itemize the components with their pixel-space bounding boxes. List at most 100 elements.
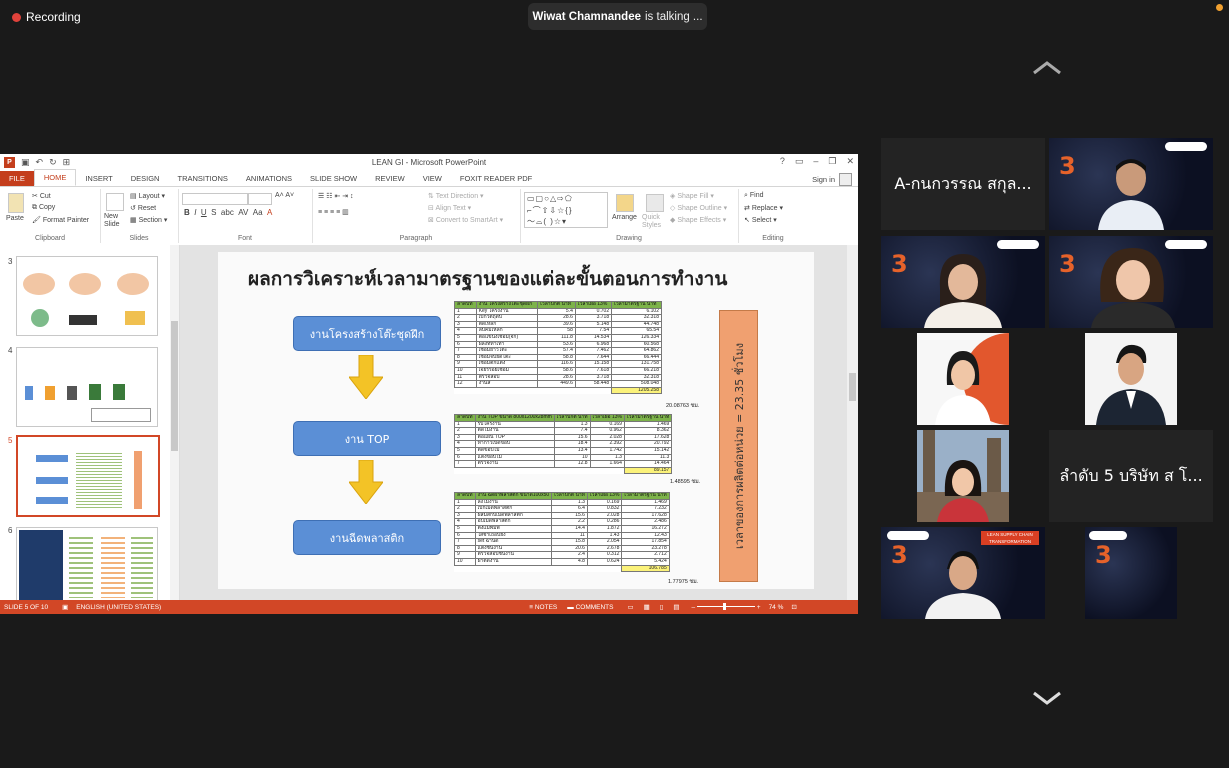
flow-step-top: งาน TOP (293, 421, 441, 456)
shapes-gallery[interactable]: ▭▢○△⇨⬠ ⌐⌒⇧⇩☆{} 〜⌓( )☆▾ (524, 192, 608, 228)
sign-in[interactable]: Sign in (812, 173, 852, 186)
shape-fill-button[interactable]: ◈ Shape Fill ▾ (670, 192, 714, 200)
table-row: 9 ตรวจสอบชิ้นงาน 2.4 0.312 2.712 (454, 551, 670, 559)
participant-video[interactable] (1085, 333, 1177, 425)
sign-in-label[interactable]: Sign in (812, 175, 835, 184)
table-cell: 3 (454, 320, 477, 329)
table-cell: ตอแผน TOP (474, 433, 555, 442)
paste-button[interactable]: Paste (6, 215, 24, 222)
current-slide[interactable]: ผลการวิเคราะห์เวลามาตรฐานของแต่ละขั้นตอน… (218, 252, 814, 589)
minimize-icon[interactable]: – (813, 156, 818, 167)
table-cell: 58 (537, 327, 576, 335)
zoom-level[interactable]: 74 % (769, 604, 784, 611)
redo-icon[interactable]: ↻ (49, 157, 57, 168)
table-cell: อบเม็ดพลาสติก (474, 518, 553, 526)
format-painter-button[interactable]: 🖌 Format Painter (32, 216, 89, 224)
slide-thumbnail-6[interactable] (16, 527, 158, 600)
present-icon[interactable]: ⊞ (63, 157, 71, 168)
text-direction-button[interactable]: ⇅ Text Direction ▾ (428, 192, 484, 200)
slideshow-icon[interactable]: ▤ (673, 603, 679, 611)
tab-foxit[interactable]: FOXIT READER PDF (451, 171, 541, 186)
table-cell: 1.3 (551, 498, 588, 507)
quick-styles-icon[interactable] (646, 194, 664, 212)
slide-scrollbar[interactable] (847, 245, 858, 600)
table-cell: 0.169 (589, 420, 625, 429)
shape-outline-button[interactable]: ◇ Shape Outline ▾ (670, 204, 727, 212)
slide-thumbnails-pane[interactable]: 3 4 5 6 (0, 245, 171, 600)
table-row: 3 ตอแผน TOP 15.6 2.028 17.628 (454, 433, 673, 442)
font-format-buttons[interactable]: B I U S abc AV Aa A (184, 208, 272, 217)
participant-video[interactable]: 3 (1085, 527, 1177, 619)
participant-tile[interactable]: ลำดับ 5 บริษัท ส โ... (1049, 430, 1213, 522)
participant-video[interactable]: 3 (1049, 138, 1213, 230)
table-cell: 15.6 (553, 433, 591, 442)
speaker-status: is talking ... (645, 10, 703, 23)
spellcheck-icon[interactable]: ▣ (62, 603, 68, 611)
font-size-field[interactable] (248, 193, 272, 205)
reading-view-icon[interactable]: ▯ (660, 603, 664, 611)
shape-effects-button[interactable]: ◆ Shape Effects ▾ (670, 216, 726, 224)
reset-button[interactable]: ↺ Reset (130, 204, 156, 212)
help-icon[interactable]: ? (780, 156, 785, 167)
quick-styles-button[interactable]: Quick Styles (642, 214, 666, 230)
align-buttons[interactable]: ≡ ≡ ≡ ≡ ▥ (318, 208, 349, 216)
tab-animations[interactable]: ANIMATIONS (237, 171, 301, 186)
tab-design[interactable]: DESIGN (122, 171, 169, 186)
arrange-button[interactable]: Arrange (612, 214, 637, 221)
chevron-up-icon[interactable] (1031, 58, 1063, 78)
normal-view-icon[interactable]: ▭ (627, 603, 633, 611)
ribbon-display-icon[interactable]: ▭ (795, 156, 804, 167)
chevron-down-icon[interactable] (1031, 688, 1063, 708)
fit-slide-icon[interactable]: ⊡ (791, 603, 796, 611)
slide-thumbnail-4[interactable] (16, 347, 158, 427)
participant-video[interactable]: 3 LEAN SUPPLY CHAIN TRANSFORMATION (881, 527, 1045, 619)
tab-file[interactable]: FILE (0, 171, 34, 186)
slide-thumbnail-3[interactable] (16, 256, 158, 336)
language-indicator[interactable]: ENGLISH (UNITED STATES) (76, 604, 161, 611)
restore-icon[interactable]: ❐ (828, 156, 836, 167)
comments-button[interactable]: ▬ COMMENTS (567, 604, 613, 611)
table-cell: ลงโมงาน (474, 498, 553, 507)
slide-sorter-icon[interactable]: ▦ (644, 603, 650, 611)
undo-icon[interactable]: ↶ (36, 157, 44, 168)
font-name-field[interactable] (182, 193, 248, 205)
select-button[interactable]: ↖ Select ▾ (744, 216, 777, 224)
tab-insert[interactable]: INSERT (76, 171, 121, 186)
cut-button[interactable]: ✂ Cut (32, 192, 51, 200)
new-slide-button[interactable]: New Slide (104, 213, 128, 229)
table-cell: 5.148 (574, 320, 613, 329)
participant-video[interactable] (917, 430, 1009, 522)
tab-review[interactable]: REVIEW (366, 171, 414, 186)
arrange-icon[interactable] (616, 194, 634, 212)
comments-label: COMMENTS (575, 603, 614, 611)
align-text-button[interactable]: ⊟ Align Text ▾ (428, 204, 471, 212)
convert-smartart-button[interactable]: ⊠ Convert to SmartArt ▾ (428, 216, 503, 224)
section-button[interactable]: ▦ Section ▾ (130, 216, 167, 224)
tab-transitions[interactable]: TRANSITIONS (168, 171, 236, 186)
paste-icon[interactable] (8, 193, 24, 213)
font-grow-shrink-icon[interactable]: A˄ A˅ (275, 192, 294, 199)
save-icon[interactable]: ▣ (21, 157, 30, 168)
tab-slide-show[interactable]: SLIDE SHOW (301, 171, 366, 186)
table-cell: เชื่อมยาวโต๊ะ (475, 347, 539, 355)
new-slide-icon[interactable] (106, 193, 124, 211)
find-button[interactable]: ⌕ Find (744, 192, 764, 200)
participant-tile[interactable]: A-กนกวรรณ สกุล... (881, 138, 1045, 230)
slide-thumbnail-5[interactable] (16, 435, 160, 517)
list-buttons[interactable]: ☰ ☷ ⇤ ⇥ ↕ (318, 192, 354, 200)
zoom-slider[interactable]: – + (692, 603, 761, 611)
table-cell: เบิกเม็ดพลาสติก (474, 505, 553, 513)
participant-video[interactable] (917, 333, 1009, 425)
replace-button[interactable]: ⇄ Replace ▾ (744, 204, 783, 212)
close-icon[interactable]: ✕ (846, 156, 854, 167)
thumbnails-scrollbar[interactable] (170, 245, 180, 600)
copy-button[interactable]: ⧉ Copy (32, 204, 55, 212)
table-cell: 111.8 (537, 333, 576, 342)
notes-button[interactable]: ≡ NOTES (529, 604, 557, 611)
layout-button[interactable]: ▤ Layout ▾ (130, 192, 165, 200)
participant-video[interactable]: 3 (1049, 236, 1213, 328)
tab-home[interactable]: HOME (33, 169, 77, 186)
tab-view[interactable]: VIEW (414, 171, 451, 186)
recording-label: Recording (26, 10, 81, 24)
participant-video[interactable]: 3 (881, 236, 1045, 328)
